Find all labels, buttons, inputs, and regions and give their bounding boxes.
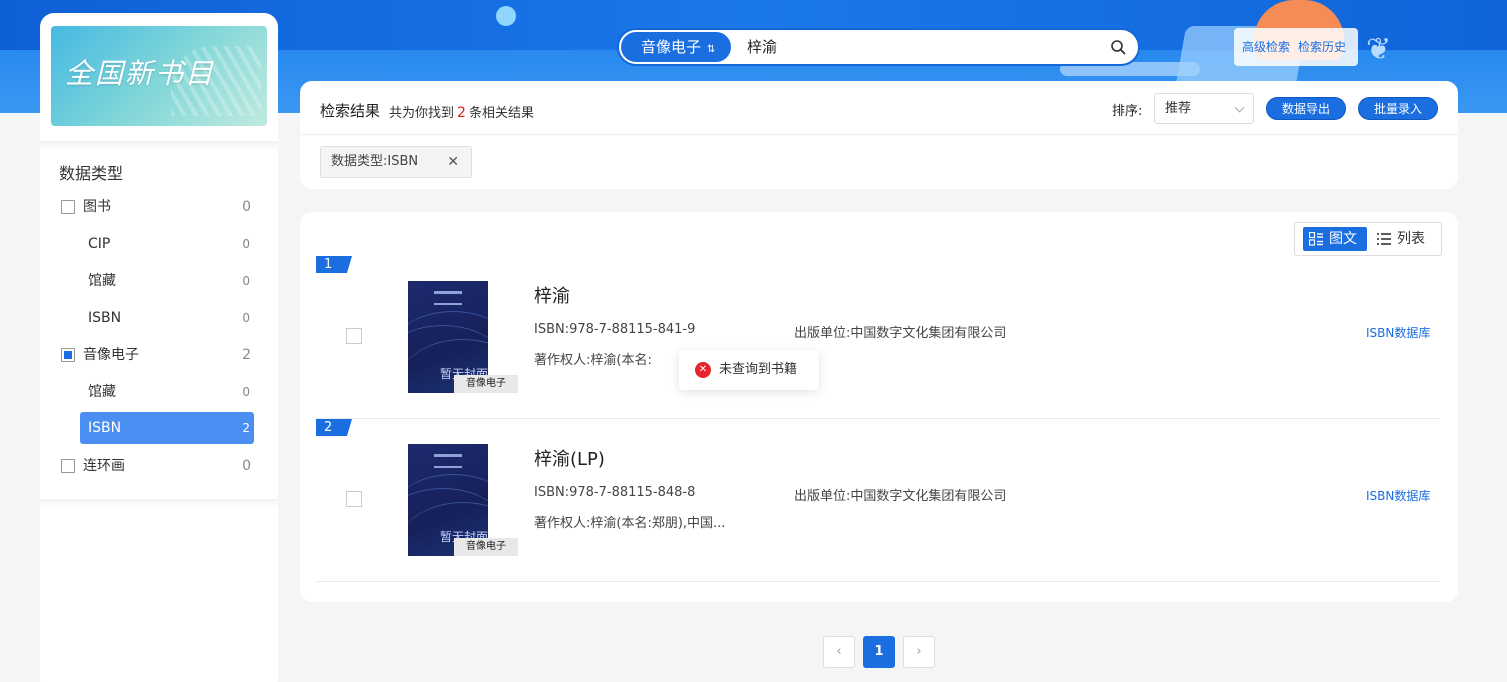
- filter-count: 0: [242, 274, 250, 288]
- results-list: 图文 列表 1 暂无封面 音像电子 梓渝 ISBN:978-7-88115-84…: [300, 212, 1458, 602]
- filter-sub-book-cip[interactable]: CIP 0: [80, 228, 254, 260]
- prev-page-button[interactable]: ‹: [823, 636, 855, 668]
- result-publisher: 出版单位:中国数字文化集团有限公司: [794, 326, 1007, 341]
- filter-label: ISBN: [88, 310, 122, 326]
- banner-leaf-icon: ❦: [1366, 32, 1392, 67]
- result-author: 著作权人:梓渝(本名:: [534, 353, 652, 368]
- sidebar-divider-bottom: [40, 499, 278, 507]
- row-divider: [316, 581, 1440, 582]
- close-icon[interactable]: ✕: [447, 147, 459, 177]
- advanced-search-link[interactable]: 高级检索: [1242, 40, 1290, 54]
- filter-label: ISBN: [88, 420, 122, 436]
- export-data-button[interactable]: 数据导出: [1266, 97, 1346, 120]
- sort-label: 排序:: [1112, 104, 1143, 119]
- results-title: 检索结果: [320, 102, 381, 120]
- summary-suffix: 条相关结果: [468, 106, 534, 121]
- filter-tag-chip: 数据类型:ISBN ✕: [320, 146, 472, 178]
- filter-sub-av-collection[interactable]: 馆藏 0: [80, 376, 254, 408]
- checkbox[interactable]: [61, 200, 75, 214]
- filter-group-book[interactable]: 图书 0: [61, 191, 251, 223]
- result-publisher: 出版单位:中国数字文化集团有限公司: [794, 489, 1007, 504]
- toast-message: 未查询到书籍: [719, 362, 798, 377]
- summary-prefix: 共为你找到: [389, 106, 455, 121]
- filter-label: 馆藏: [88, 384, 116, 400]
- filter-group-av[interactable]: 音像电子 2: [61, 339, 251, 371]
- next-page-button[interactable]: ›: [903, 636, 935, 668]
- result-index-badge: 1: [316, 256, 352, 273]
- results-count: 2: [457, 105, 466, 121]
- page-number-button[interactable]: 1: [863, 636, 895, 668]
- search-icon[interactable]: [1110, 39, 1126, 55]
- sort-value: 推荐: [1165, 101, 1192, 116]
- filter-count: 0: [242, 237, 250, 251]
- filter-label: 连环画: [83, 458, 125, 474]
- result-checkbox[interactable]: [346, 328, 362, 344]
- filter-count: 2: [242, 421, 250, 435]
- row-divider: [316, 418, 1440, 419]
- filter-count: 0: [242, 458, 251, 474]
- cover-emblem-icon: [434, 291, 462, 305]
- view-grid-label: 图文: [1329, 231, 1357, 247]
- result-isbn: ISBN:978-7-88115-848-8: [534, 485, 696, 500]
- chevron-down-icon: [1234, 102, 1245, 113]
- result-index-badge: 2: [316, 419, 352, 436]
- media-type-tag: 音像电子: [454, 375, 518, 393]
- media-type-tag: 音像电子: [454, 538, 518, 556]
- filter-count: 2: [242, 347, 251, 363]
- sidebar: 全国新书目 数据类型 图书 0 CIP 0 馆藏 0 ISBN 0 音像电子 2…: [40, 13, 278, 682]
- filter-sub-book-isbn[interactable]: ISBN 0: [80, 302, 254, 334]
- error-toast: ✕ 未查询到书籍: [679, 350, 819, 390]
- sidebar-title: 数据类型: [59, 164, 124, 183]
- view-list-label: 列表: [1397, 231, 1425, 247]
- filter-label: 馆藏: [88, 273, 116, 289]
- results-summary: 共为你找到 2 条相关结果: [389, 102, 534, 121]
- sidebar-divider: [40, 141, 278, 151]
- filter-count: 0: [242, 199, 251, 215]
- search-bar: 音像电子 ⇅: [617, 28, 1140, 66]
- batch-entry-button[interactable]: 批量录入: [1358, 97, 1438, 120]
- view-toggle: 图文 列表: [1294, 222, 1442, 256]
- view-grid-button[interactable]: 图文: [1303, 227, 1367, 251]
- header-divider: [300, 134, 1458, 135]
- checkbox-checked[interactable]: [61, 348, 75, 362]
- swap-icon: ⇅: [707, 44, 716, 55]
- filter-count: 0: [242, 385, 250, 399]
- result-author: 著作权人:梓渝(本名:郑朋),中国...: [534, 516, 726, 531]
- results-header: 检索结果 共为你找到 2 条相关结果 排序: 推荐 数据导出 批量录入 数据类型:I…: [300, 81, 1458, 189]
- filter-sub-av-isbn[interactable]: ISBN 2: [80, 412, 254, 444]
- search-type-selector[interactable]: 音像电子 ⇅: [621, 32, 731, 62]
- logo-text: 全国新书目: [65, 57, 216, 90]
- isbn-database-link[interactable]: ISBN数据库: [1366, 324, 1430, 341]
- search-history-link[interactable]: 检索历史: [1298, 40, 1346, 54]
- result-title[interactable]: 梓渝: [534, 282, 570, 308]
- filter-label: 音像电子: [83, 347, 139, 363]
- error-icon: ✕: [695, 362, 711, 378]
- search-links: 高级检索 检索历史: [1234, 28, 1358, 66]
- result-title[interactable]: 梓渝(LP): [534, 445, 605, 471]
- filter-count: 0: [242, 311, 250, 325]
- cover-emblem-icon: [434, 454, 462, 468]
- grid-view-icon: [1309, 232, 1323, 246]
- filter-tag-label: 数据类型:ISBN: [331, 154, 419, 169]
- sort-select[interactable]: 推荐: [1154, 93, 1254, 124]
- list-view-icon: [1377, 233, 1391, 245]
- result-checkbox[interactable]: [346, 491, 362, 507]
- site-logo[interactable]: 全国新书目: [51, 26, 267, 126]
- filter-label: 图书: [83, 199, 111, 215]
- filter-sub-book-collection[interactable]: 馆藏 0: [80, 265, 254, 297]
- view-list-button[interactable]: 列表: [1371, 227, 1437, 251]
- filter-group-comic[interactable]: 连环画 0: [61, 450, 251, 482]
- result-isbn: ISBN:978-7-88115-841-9: [534, 322, 696, 337]
- checkbox[interactable]: [61, 459, 75, 473]
- isbn-database-link[interactable]: ISBN数据库: [1366, 487, 1430, 504]
- search-input[interactable]: [747, 30, 1087, 64]
- filter-label: CIP: [88, 236, 111, 252]
- banner-decoration-dot: [496, 6, 516, 26]
- search-type-label: 音像电子: [641, 38, 702, 56]
